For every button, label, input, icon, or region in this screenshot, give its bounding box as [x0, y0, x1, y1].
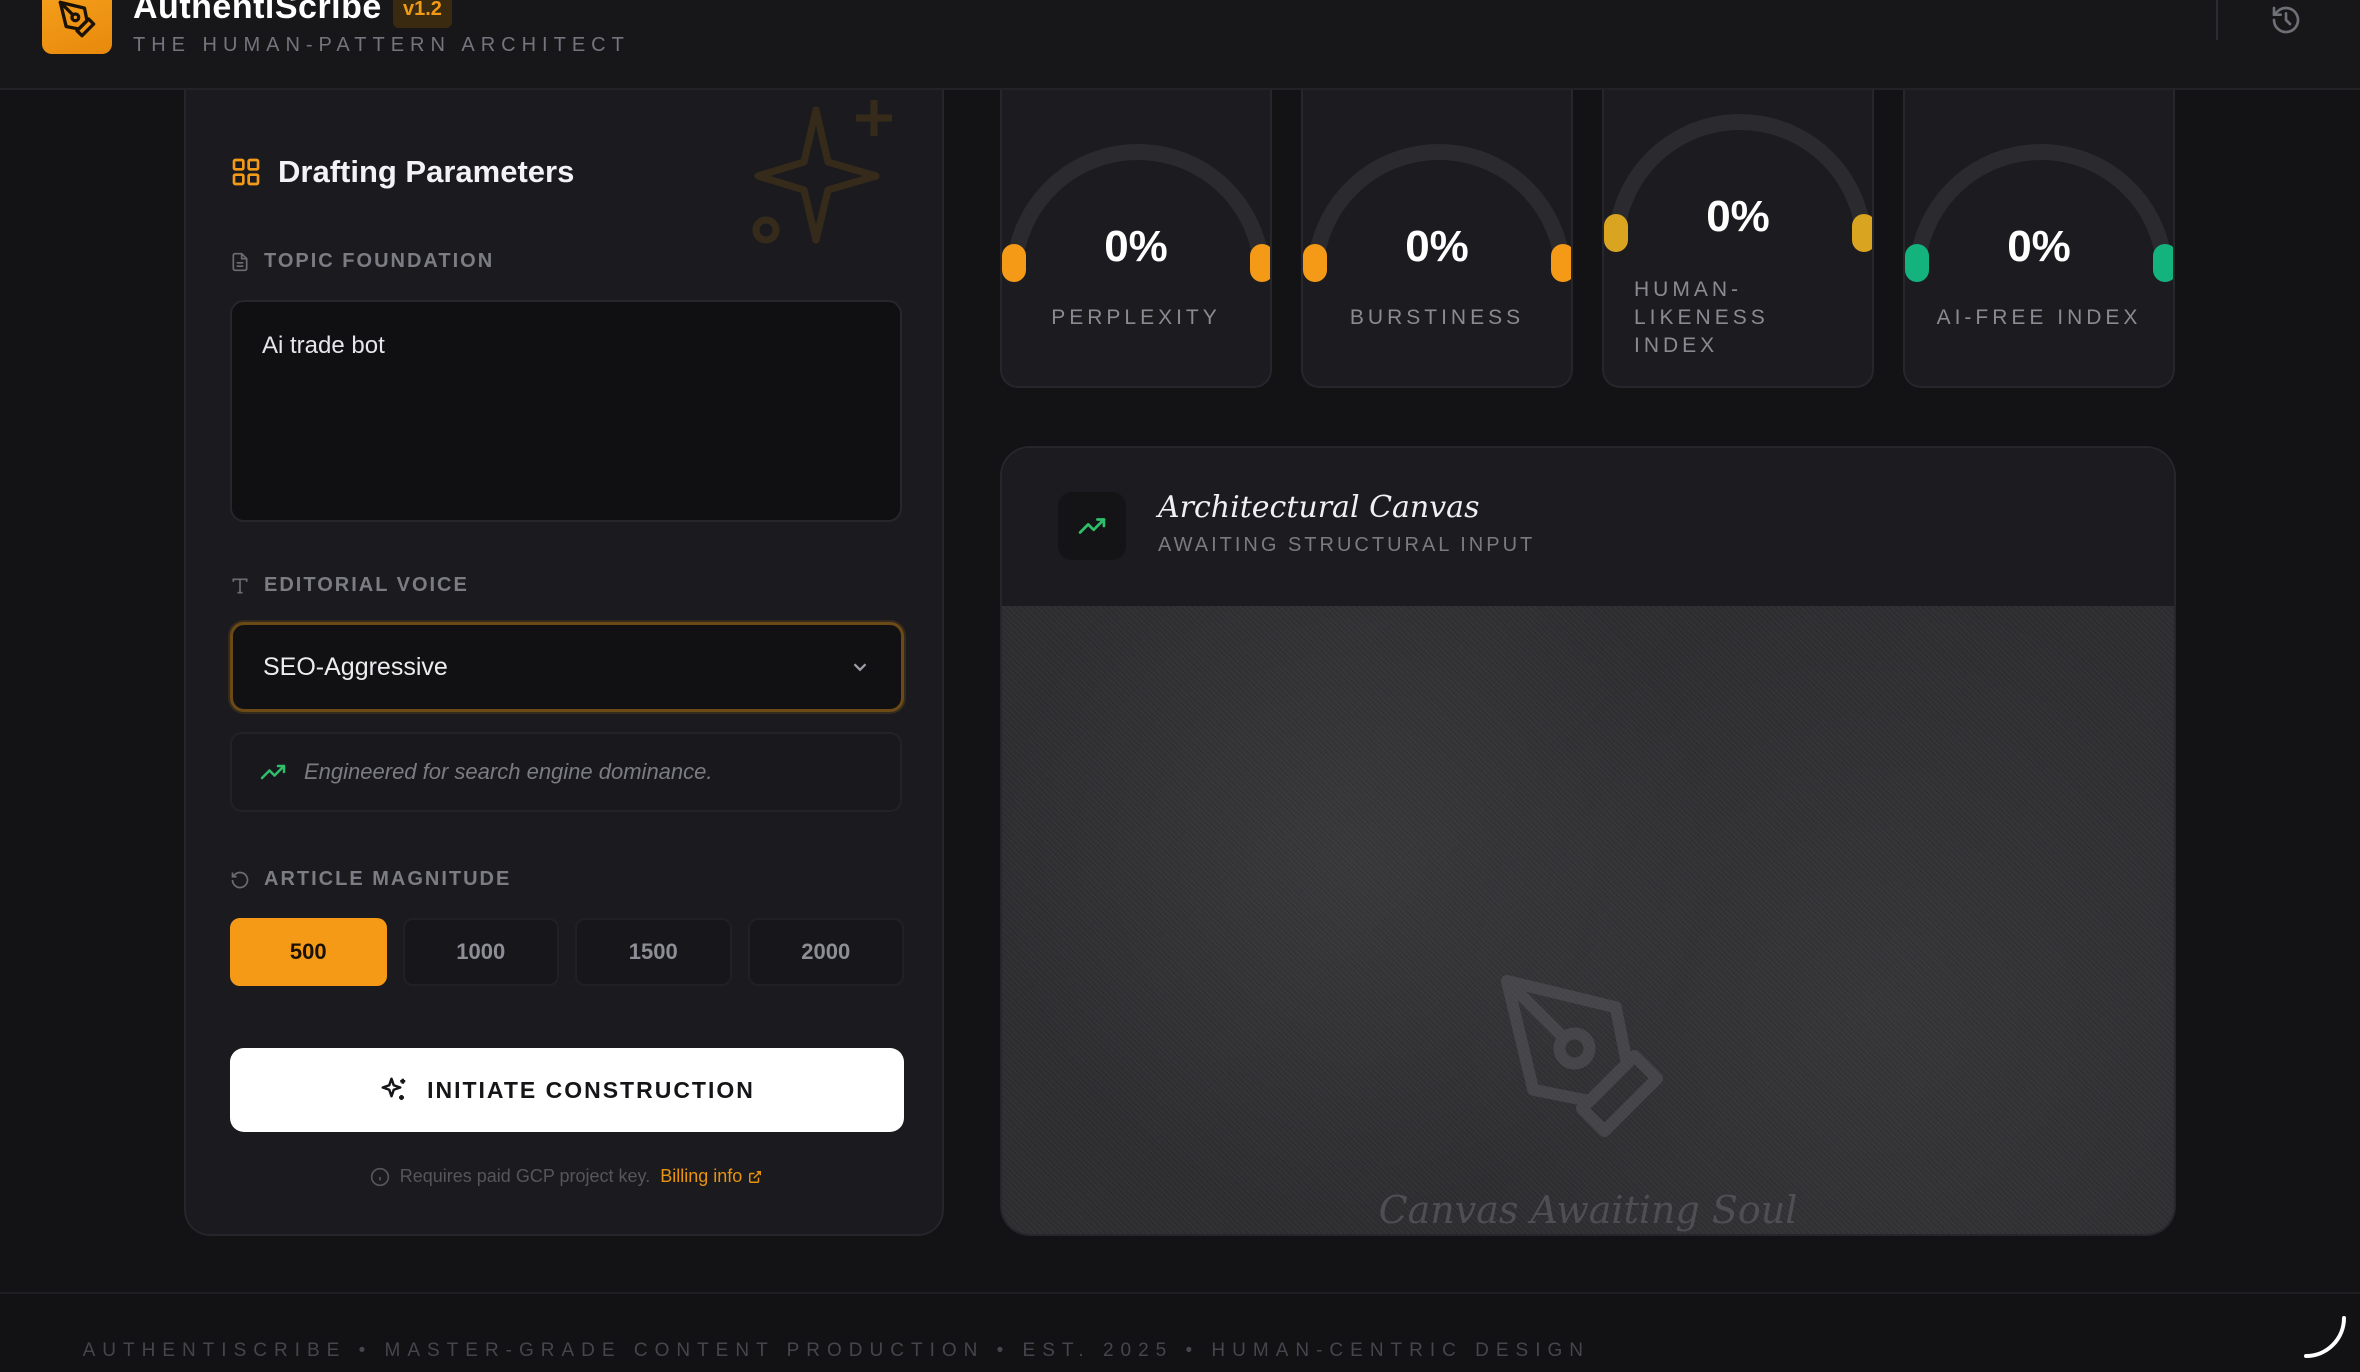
metric-card-human-likeness: 0% HUMAN-LIKENESS INDEX [1602, 90, 1874, 388]
topic-input[interactable]: Ai trade bot [230, 300, 902, 522]
magnitude-option-1500[interactable]: 1500 [575, 918, 732, 986]
editorial-voice-select[interactable]: SEO-Aggressive [230, 622, 904, 712]
magnitude-options: 500 1000 1500 2000 [230, 918, 904, 986]
metric-card-burstiness: 0% BURSTINESS [1301, 90, 1573, 388]
chevron-down-icon [853, 663, 867, 672]
voice-selected-value: SEO-Aggressive [263, 652, 448, 681]
canvas-icon-box [1058, 492, 1126, 560]
topic-label: TOPIC FOUNDATION [230, 250, 494, 273]
drafting-parameters-panel: Drafting Parameters TOPIC FOUNDATION Ai … [184, 90, 944, 1236]
magnitude-option-500[interactable]: 500 [230, 918, 387, 986]
canvas-header: Architectural Canvas AWAITING STRUCTURAL… [1002, 448, 2174, 606]
canvas-title: Architectural Canvas [1158, 490, 1480, 525]
metric-value: 0% [2007, 222, 2071, 271]
metric-label: PERPLEXITY [1051, 306, 1221, 329]
metric-label: HUMAN-LIKENESS INDEX [1634, 278, 1769, 357]
header-divider [2216, 0, 2218, 40]
canvas-subtitle: AWAITING STRUCTURAL INPUT [1158, 534, 1536, 556]
trending-up-icon [1078, 518, 1106, 534]
pen-nib-icon [58, 0, 96, 38]
history-button[interactable] [2268, 2, 2304, 38]
app-title: AuthentiScribe [133, 0, 382, 26]
info-icon [370, 1167, 389, 1186]
metric-label: AI-FREE INDEX [1936, 306, 2142, 329]
billing-info-link[interactable]: Billing info [660, 1166, 762, 1187]
grid-icon [232, 158, 260, 186]
metric-value: 0% [1706, 192, 1770, 241]
type-icon [232, 578, 248, 593]
history-icon [2272, 6, 2300, 34]
app-header: AuthentiScribe v1.2 THE HUMAN-PATTERN AR… [0, 0, 2360, 90]
document-icon [232, 252, 248, 271]
billing-note: Requires paid GCP project key. Billing i… [186, 1166, 946, 1187]
magnitude-option-1000[interactable]: 1000 [402, 918, 559, 986]
panel-title: Drafting Parameters [278, 154, 575, 189]
canvas-output-area: Canvas Awaiting Soul [1002, 606, 2174, 1234]
panel-header: Drafting Parameters [230, 154, 574, 190]
architectural-canvas: Architectural Canvas AWAITING STRUCTURAL… [1000, 446, 2176, 1236]
metric-value: 0% [1104, 222, 1168, 271]
external-link-icon [749, 1170, 762, 1183]
rotate-icon [231, 871, 249, 888]
sparkle-decoration-icon [752, 100, 892, 244]
pen-nib-icon [1501, 975, 1663, 1137]
footer-text: AUTHENTISCRIBE • MASTER-GRADE CONTENT PR… [82, 1340, 1590, 1361]
loading-spinner-icon [2304, 1316, 2346, 1358]
version-badge: v1.2 [393, 0, 452, 28]
app-logo [42, 0, 112, 54]
voice-label: EDITORIAL VOICE [230, 574, 469, 597]
metric-label: BURSTINESS [1349, 306, 1525, 329]
voice-description: Engineered for search engine dominance. [230, 732, 902, 812]
app-tagline: THE HUMAN-PATTERN ARCHITECT [133, 34, 630, 56]
magnitude-option-2000[interactable]: 2000 [747, 918, 904, 986]
initiate-construction-button[interactable]: INITIATE CONSTRUCTION [230, 1048, 904, 1132]
metric-value: 0% [1405, 222, 1469, 271]
sparkles-icon [381, 1077, 406, 1100]
metric-card-perplexity: 0% PERPLEXITY [1000, 90, 1272, 388]
magnitude-label: ARTICLE MAGNITUDE [230, 868, 511, 891]
trending-up-icon [260, 764, 286, 780]
app-footer: AUTHENTISCRIBE • MASTER-GRADE CONTENT PR… [0, 1292, 2360, 1372]
metric-card-ai-free: 0% AI-FREE INDEX [1903, 90, 2175, 388]
human-likeness-gauge [1604, 114, 1872, 252]
canvas-empty-text: Canvas Awaiting Soul [1378, 1188, 1798, 1232]
